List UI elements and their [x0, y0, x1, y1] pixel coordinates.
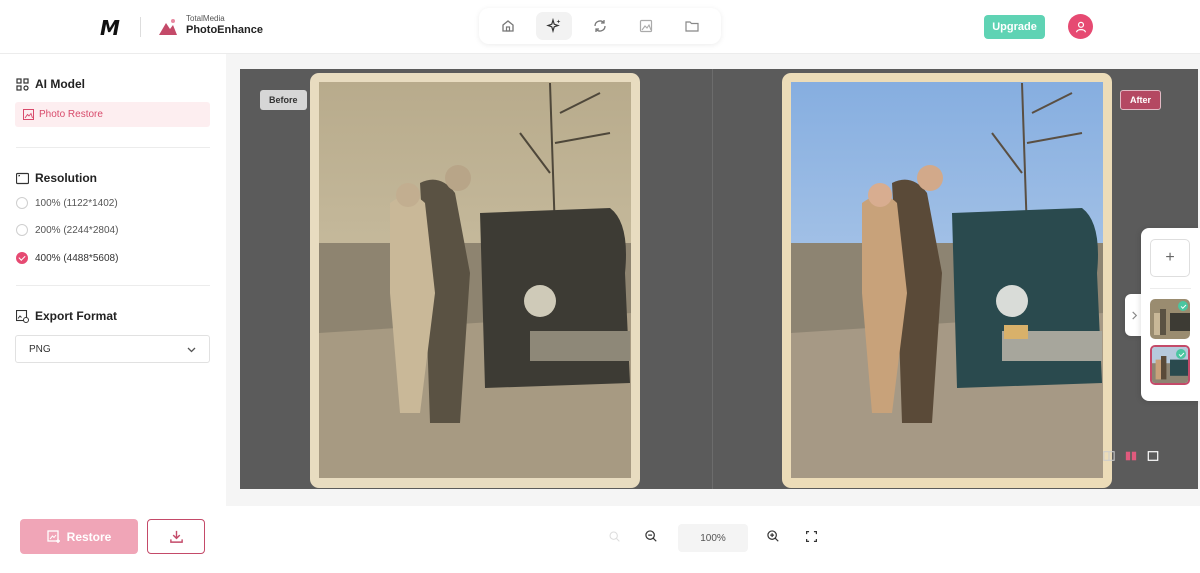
home-icon: [502, 20, 514, 32]
export-format-title: Export Format: [35, 309, 118, 323]
view-mode-switch: [1102, 449, 1160, 463]
restore-button[interactable]: Restore: [20, 519, 138, 554]
photoenhance-logo-icon: [158, 17, 178, 37]
thumbnail-panel: +: [1141, 228, 1200, 401]
thumbnail-original[interactable]: [1150, 299, 1190, 339]
export-format-heading: Export Format: [16, 309, 117, 323]
section-divider: [16, 285, 210, 286]
split-view-icon[interactable]: [1102, 449, 1116, 463]
brand-title: PhotoEnhance: [186, 24, 264, 36]
resolution-label: 100% (1122*1402): [35, 197, 118, 209]
brand-name[interactable]: TotalMedia PhotoEnhance: [186, 15, 263, 36]
zoom-level[interactable]: 100%: [678, 524, 748, 552]
nav-convert[interactable]: [582, 12, 618, 40]
upgrade-button[interactable]: Upgrade: [984, 15, 1045, 39]
resolution-heading: Resolution: [16, 171, 97, 185]
resolution-option-200[interactable]: 200% (2244*2804): [16, 224, 118, 236]
after-photo: [782, 73, 1112, 488]
radio-button-checked[interactable]: [16, 252, 28, 264]
resolution-icon: [16, 172, 29, 184]
radio-button[interactable]: [16, 224, 28, 236]
restore-icon: [47, 529, 60, 543]
panel-divider: [1150, 288, 1191, 289]
thumbnail-restored[interactable]: [1150, 345, 1190, 385]
resolution-label: 200% (2244*2804): [35, 224, 119, 236]
export-format-icon: [16, 309, 29, 323]
fullscreen-button[interactable]: [802, 527, 820, 545]
checkmark-icon: [1178, 301, 1188, 311]
export-format-value: PNG: [29, 343, 51, 355]
photo-restore-icon: [23, 109, 34, 120]
resolution-title: Resolution: [35, 171, 97, 185]
comparison-stage[interactable]: Before After: [240, 69, 1198, 489]
resolution-option-400[interactable]: 400% (4488*5608): [16, 252, 118, 264]
side-by-side-icon[interactable]: [1124, 449, 1138, 463]
checkmark-icon: [1176, 349, 1186, 359]
chevron-right-icon: [1131, 310, 1137, 320]
totalmedia-logo[interactable]: M: [100, 16, 120, 40]
download-icon: [169, 530, 183, 543]
restore-label: Restore: [66, 529, 112, 544]
user-avatar[interactable]: [1068, 14, 1093, 39]
ai-model-heading: AI Model: [16, 77, 85, 91]
nav-enhance[interactable]: [536, 12, 572, 40]
logo-divider: [140, 17, 141, 37]
folder-icon: [685, 21, 699, 32]
image-icon: [639, 19, 653, 33]
add-image-button[interactable]: +: [1150, 239, 1190, 277]
single-view-icon[interactable]: [1146, 449, 1160, 463]
ai-model-icon: [16, 77, 29, 91]
download-button[interactable]: [147, 519, 205, 554]
radio-button[interactable]: [16, 197, 28, 209]
brand-small-text: TotalMedia: [186, 14, 225, 23]
ai-model-title: AI Model: [35, 77, 85, 91]
before-photo: [310, 73, 640, 488]
split-divider[interactable]: [712, 69, 713, 489]
zoom-fit-button[interactable]: [605, 527, 623, 545]
photo-restore-label: Photo Restore: [39, 109, 103, 120]
sparkle-icon: [546, 18, 561, 34]
fullscreen-icon: [805, 530, 817, 542]
zoom-in-button[interactable]: [764, 527, 782, 545]
resolution-option-100[interactable]: 100% (1122*1402): [16, 197, 118, 209]
zoom-out-button[interactable]: [642, 527, 660, 545]
app-header: M TotalMedia PhotoEnhance Upgrade: [0, 0, 1200, 54]
settings-sidebar: AI Model Photo Restore Resolution 100% (…: [0, 54, 226, 506]
export-format-select[interactable]: PNG: [15, 335, 210, 363]
nav-images[interactable]: [628, 12, 664, 40]
top-nav: [479, 8, 721, 44]
photo-restore-option[interactable]: Photo Restore: [15, 102, 210, 127]
nav-home[interactable]: [490, 12, 526, 40]
zoom-in-icon: [767, 530, 779, 542]
before-tag: Before: [260, 90, 307, 110]
user-icon: [1075, 21, 1086, 32]
refresh-icon: [594, 20, 606, 32]
nav-folder[interactable]: [674, 12, 710, 40]
after-tag: After: [1120, 90, 1162, 110]
chevron-down-icon: [187, 347, 196, 352]
resolution-label: 400% (4488*5608): [35, 252, 119, 264]
section-divider: [16, 147, 210, 148]
bottom-toolbar: Restore 100%: [0, 506, 1200, 573]
zoom-out-icon: [645, 530, 657, 542]
search-icon: [609, 531, 620, 542]
